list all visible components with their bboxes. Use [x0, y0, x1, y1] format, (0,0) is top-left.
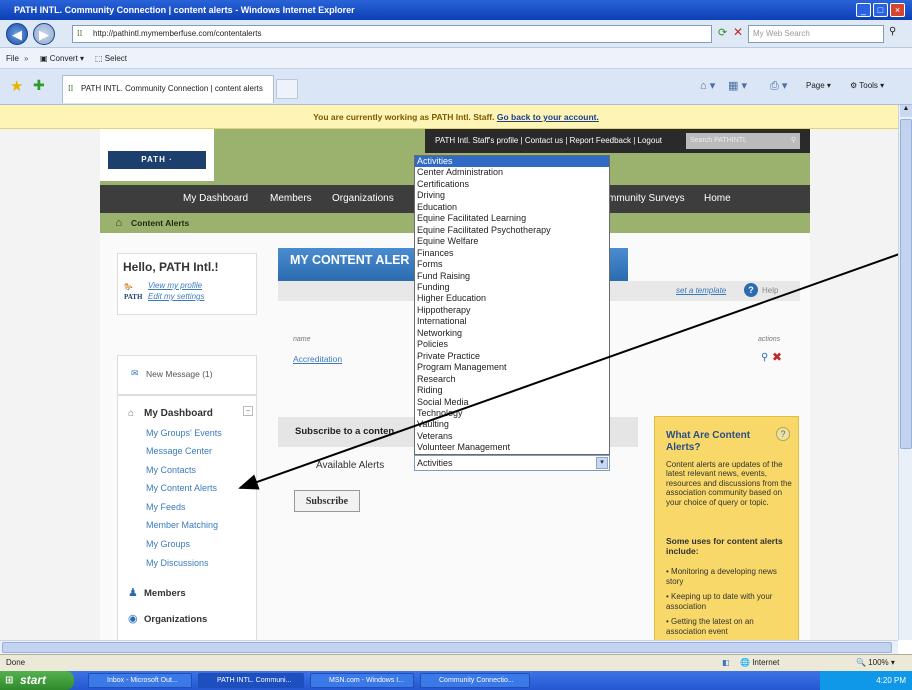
task-msn[interactable]: MSN.com - Windows I... [310, 673, 414, 688]
vertical-scrollbar[interactable]: ▲ [898, 105, 912, 640]
zoom-level[interactable]: 🔍 100% ▾ [856, 655, 895, 671]
annotation-arrow [238, 251, 906, 490]
status-text: Done [6, 658, 26, 667]
scroll-thumb[interactable] [900, 119, 912, 449]
horizontal-scrollbar[interactable] [0, 640, 898, 654]
security-icon: ◧ [722, 658, 730, 667]
task-community-connection[interactable]: Community Connectio... [420, 673, 530, 688]
hscroll-thumb[interactable] [2, 642, 892, 653]
scroll-up-icon[interactable]: ▲ [900, 105, 912, 117]
taskbar: ⊞ start Inbox - Microsoft Out... PATH IN… [0, 671, 912, 690]
internet-zone: 🌐 Internet [740, 658, 780, 667]
clock: 4:20 PM [876, 676, 906, 685]
status-bar: Done ◧ 🌐 Internet 🔍 100% ▾ [0, 654, 912, 671]
windows-logo-icon: ⊞ [5, 675, 14, 686]
task-ie-community[interactable]: PATH INTL. Communi... [198, 673, 304, 688]
task-outlook[interactable]: Inbox - Microsoft Out... [88, 673, 192, 688]
system-tray: 4:20 PM [820, 671, 912, 690]
start-button[interactable]: ⊞ start [0, 671, 74, 690]
